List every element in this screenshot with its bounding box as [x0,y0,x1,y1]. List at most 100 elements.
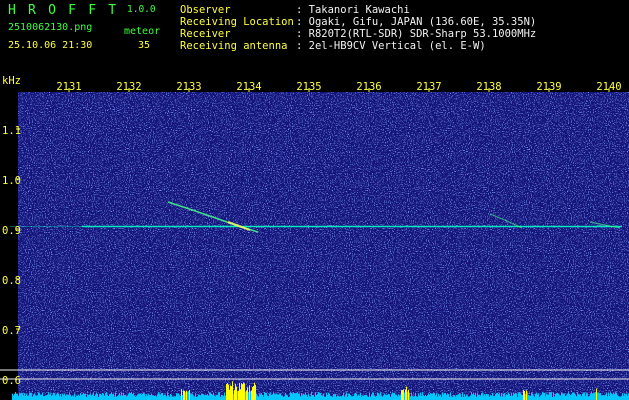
level-bar [262,394,263,400]
level-bar [425,394,426,400]
level-bar [397,396,398,400]
level-bar [206,394,207,400]
level-bar [308,393,309,400]
level-bar [535,393,536,400]
level-bar [559,395,560,400]
level-bar [281,395,282,400]
level-bar [191,393,192,400]
level-bar [523,389,524,400]
level-bar [25,396,26,400]
level-bar [602,395,603,400]
level-bar [287,395,288,400]
level-bar [210,392,211,400]
level-bar [216,394,217,400]
level-bar [107,394,108,400]
level-bar [377,392,378,400]
level-bar [484,393,485,400]
level-bar [615,392,616,400]
level-bar [436,393,437,400]
level-bar [62,393,63,400]
level-bar [61,396,62,400]
level-bar [251,390,252,400]
level-bar [498,393,499,400]
level-bar [181,389,182,400]
level-bar [23,395,24,400]
level-bar [221,394,222,400]
level-bar [457,394,458,400]
level-bar [92,394,93,400]
level-bar [348,393,349,400]
level-bar [352,396,353,400]
level-bar [198,394,199,400]
level-bar [225,395,226,400]
level-bar [453,395,454,400]
level-bar [454,395,455,400]
level-bar [429,394,430,400]
level-bar [323,393,324,400]
level-bar [94,395,95,400]
level-bar [551,392,552,400]
level-bar [458,394,459,400]
level-bar [271,394,272,400]
level-bar [218,392,219,400]
level-bar [137,394,138,400]
level-bar [14,393,15,400]
level-bar [400,394,401,400]
level-bar [141,394,142,400]
level-bar [109,394,110,400]
level-bar [621,396,622,400]
level-bar [611,393,612,400]
level-bar [295,393,296,400]
level-bar [575,394,576,400]
level-bar [487,394,488,400]
level-bar [604,395,605,400]
level-bar [134,395,135,400]
level-bar [566,395,567,400]
level-bar [479,394,480,400]
level-bar [544,392,545,400]
level-bar [438,394,439,400]
level-bar [427,395,428,400]
level-bar [519,392,520,400]
level-bar [44,396,45,400]
level-bar [401,390,402,400]
level-bar [468,396,469,400]
level-bar [477,393,478,400]
level-bar [140,393,141,400]
level-bar [138,393,139,400]
level-bar [357,395,358,400]
level-bar [158,392,159,400]
level-bar [620,396,621,400]
level-bar [385,394,386,400]
level-bar [273,392,274,400]
level-bar [526,390,527,400]
level-bar [561,392,562,400]
level-bar [380,392,381,400]
level-bar [430,393,431,400]
level-bar [252,387,253,400]
level-bar [255,385,256,400]
level-bar [124,394,125,400]
level-bar [117,395,118,400]
level-bar [499,392,500,400]
level-bar [319,393,320,400]
level-bar [48,392,49,400]
level-bar [473,392,474,400]
level-bar [411,392,412,400]
x-tick-label: 2137 [416,81,442,93]
level-bar [340,396,341,400]
level-bar [410,396,411,400]
level-bar [151,393,152,400]
level-bar [343,392,344,400]
level-bar [312,394,313,400]
level-bar [203,394,204,400]
level-bar [501,392,502,400]
level-bar [105,393,106,400]
level-bar [403,389,404,400]
level-bar [286,394,287,400]
level-bar [222,395,223,400]
level-bar [485,396,486,400]
level-bar [153,395,154,400]
level-bar [145,396,146,400]
level-bar [383,395,384,400]
